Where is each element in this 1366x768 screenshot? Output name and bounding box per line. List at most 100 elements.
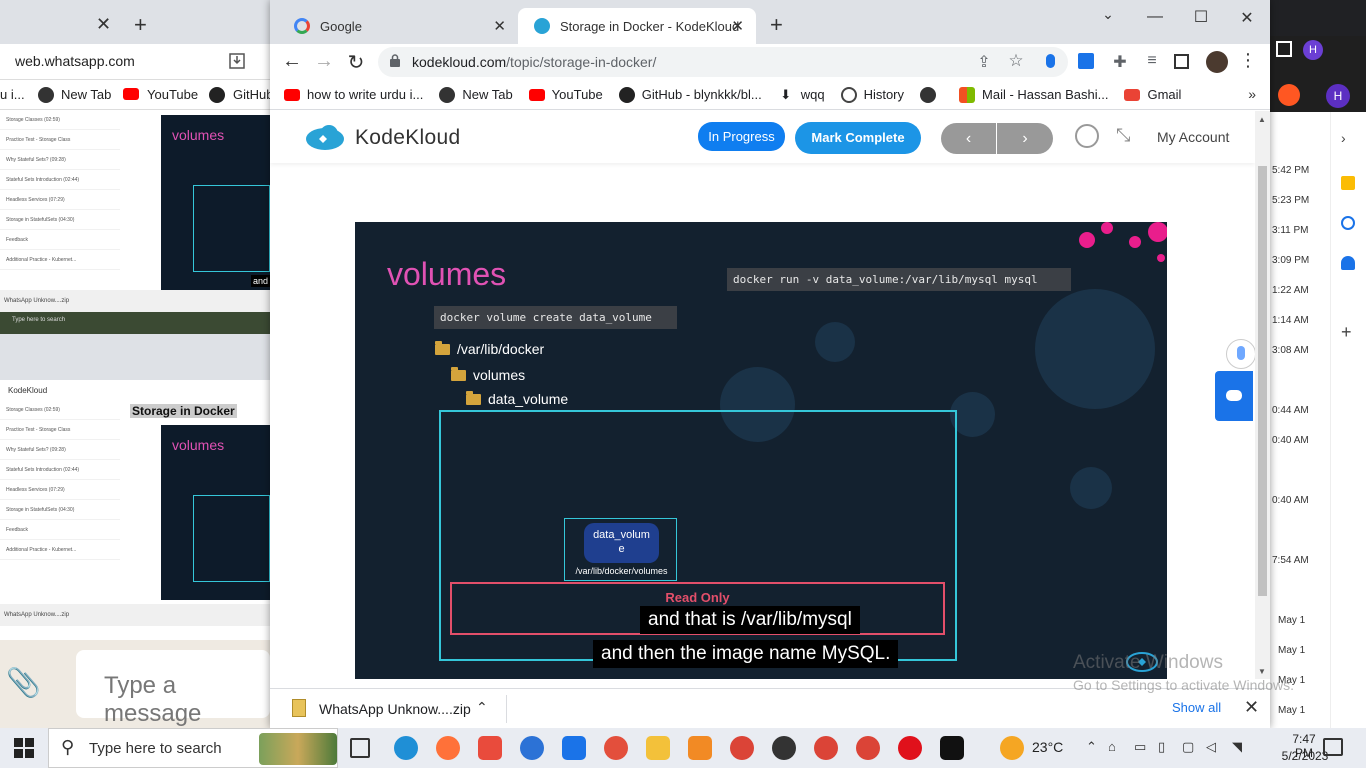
- menu-icon[interactable]: ⋮: [1238, 50, 1258, 70]
- bookmark-item[interactable]: New Tab: [439, 86, 513, 103]
- app-icon[interactable]: [688, 736, 712, 760]
- chevron-up-icon[interactable]: ⌃: [1086, 739, 1097, 755]
- edge-icon[interactable]: [394, 736, 418, 760]
- bookmark-item[interactable]: YouTube: [528, 87, 603, 102]
- avatar[interactable]: [1206, 51, 1228, 73]
- tab-google[interactable]: Google ✕: [278, 8, 518, 44]
- contacts-icon[interactable]: [1341, 256, 1355, 270]
- bookmark-item[interactable]: GitHub - blynkkk/bl...: [618, 86, 762, 103]
- scrollbar-thumb[interactable]: [1258, 166, 1267, 596]
- install-icon[interactable]: [228, 52, 246, 70]
- bookmark-item[interactable]: u i...: [0, 87, 25, 102]
- chrome-icon[interactable]: [730, 736, 754, 760]
- maximize-button[interactable]: ☐: [1178, 7, 1224, 27]
- bookmark-item[interactable]: New Tab: [61, 87, 111, 102]
- bookmark-item[interactable]: GitHub: [233, 87, 270, 102]
- tab-storage-in-docker[interactable]: Storage in Docker - KodeKloud ✕: [518, 8, 756, 44]
- forward-button[interactable]: →: [312, 50, 336, 73]
- add-icon[interactable]: +: [1341, 322, 1352, 343]
- chat-widget-button[interactable]: [1215, 371, 1253, 421]
- weather-icon[interactable]: [1000, 736, 1024, 760]
- extensions-puzzle-icon[interactable]: ✚: [1110, 52, 1130, 72]
- scroll-up-icon[interactable]: ▲: [1258, 115, 1266, 124]
- display-icon[interactable]: ▢: [1182, 739, 1194, 755]
- in-progress-button[interactable]: In Progress: [698, 122, 785, 151]
- share-icon[interactable]: ⇪: [974, 52, 994, 72]
- file-explorer-icon[interactable]: [646, 736, 670, 760]
- tasks-icon[interactable]: [1341, 216, 1355, 230]
- reload-button[interactable]: ↻: [344, 50, 368, 75]
- new-tab-icon[interactable]: +: [134, 12, 147, 38]
- chrome-profile-icon[interactable]: [856, 736, 880, 760]
- voice-assistant-icon[interactable]: [1226, 339, 1255, 369]
- terminal-icon[interactable]: [940, 736, 964, 760]
- battery-icon[interactable]: ▯: [1158, 739, 1165, 755]
- taskbar-search-box[interactable]: ⚲ Type here to search: [48, 728, 338, 768]
- bookmark-item[interactable]: [920, 86, 943, 103]
- bookmark-item[interactable]: ⬇ wqq: [778, 87, 824, 103]
- close-window-button[interactable]: ✕: [1224, 8, 1270, 28]
- extension-icon[interactable]: [1078, 53, 1094, 69]
- dark-mode-icon[interactable]: [1075, 124, 1099, 148]
- bookmark-item[interactable]: Mail - Hassan Bashi...: [959, 86, 1108, 103]
- sidebar-icon[interactable]: [1276, 41, 1292, 57]
- side-panel-icon[interactable]: [1174, 54, 1189, 69]
- tab-search-icon[interactable]: ⌄: [1085, 6, 1131, 23]
- next-lesson-button[interactable]: ›: [997, 123, 1053, 154]
- bookmark-item[interactable]: how to write urdu i...: [284, 87, 423, 102]
- windows-start-icon[interactable]: [14, 738, 34, 758]
- firefox-icon[interactable]: [436, 736, 460, 760]
- address-bar[interactable]: kodekloud.com/topic/storage-in-docker/ ⇪…: [378, 47, 1068, 77]
- close-icon[interactable]: ✕: [731, 17, 744, 35]
- minimize-button[interactable]: —: [1132, 8, 1178, 26]
- opera-icon[interactable]: [898, 736, 922, 760]
- kodekloud-logo-icon[interactable]: [305, 123, 345, 151]
- keep-icon[interactable]: [1341, 176, 1355, 190]
- my-account-link[interactable]: My Account: [1157, 129, 1229, 145]
- microphone-icon[interactable]: [1046, 54, 1055, 68]
- show-all-downloads-link[interactable]: Show all: [1172, 700, 1221, 715]
- close-icon[interactable]: ✕: [96, 14, 111, 35]
- previous-lesson-button[interactable]: ‹: [941, 123, 996, 154]
- avatar[interactable]: H: [1303, 40, 1323, 60]
- chevron-right-icon[interactable]: ›: [1341, 130, 1346, 146]
- bookmark-item[interactable]: Gmail: [1124, 87, 1181, 102]
- bookmark-star-icon[interactable]: ☆: [1006, 51, 1026, 71]
- device-icon[interactable]: ▭: [1134, 739, 1146, 755]
- new-tab-button[interactable]: +: [770, 12, 783, 38]
- chrome-profile-icon[interactable]: [814, 736, 838, 760]
- app-icon[interactable]: [604, 736, 628, 760]
- mail-icon[interactable]: [562, 736, 586, 760]
- message-input[interactable]: Type a message: [76, 650, 270, 727]
- scroll-down-icon[interactable]: ▼: [1258, 667, 1266, 676]
- bookmark-item[interactable]: YouTube: [147, 87, 198, 102]
- search-placeholder: Type here to search: [89, 740, 222, 757]
- task-view-icon[interactable]: [350, 738, 370, 758]
- mark-complete-button[interactable]: Mark Complete: [795, 122, 921, 154]
- background-address-bar[interactable]: web.whatsapp.com: [0, 44, 270, 80]
- temperature[interactable]: 23°C: [1032, 739, 1063, 755]
- bookmark-item[interactable]: History: [840, 86, 904, 103]
- video-slide[interactable]: volumes docker run -v data_volume:/var/l…: [355, 222, 1167, 679]
- close-icon[interactable]: ✕: [1244, 697, 1259, 718]
- attach-icon[interactable]: 📎: [6, 666, 41, 699]
- close-icon[interactable]: ✕: [493, 17, 506, 35]
- download-item[interactable]: WhatsApp Unknow....zip: [319, 701, 471, 717]
- notification-icon[interactable]: [1323, 738, 1343, 756]
- page-scrollbar[interactable]: ▲ ▼: [1255, 111, 1270, 679]
- media-control-icon[interactable]: ≡: [1142, 52, 1162, 72]
- volume-icon[interactable]: ◁: [1206, 739, 1216, 755]
- app-icon[interactable]: [772, 736, 796, 760]
- back-button[interactable]: ←: [280, 50, 304, 73]
- clock-date[interactable]: 5/2/2023: [1281, 749, 1329, 763]
- url-path: /topic/storage-in-docker/: [506, 54, 657, 70]
- store-icon[interactable]: [478, 736, 502, 760]
- network-icon[interactable]: ⌂: [1108, 739, 1116, 754]
- brand-name[interactable]: KodeKloud: [355, 126, 460, 150]
- wifi-icon[interactable]: ◥: [1232, 739, 1242, 755]
- more-bookmarks-icon[interactable]: »: [1248, 86, 1256, 102]
- collapse-icon[interactable]: ⤡: [1116, 125, 1130, 146]
- avatar[interactable]: H: [1326, 84, 1350, 108]
- app-icon[interactable]: [520, 736, 544, 760]
- chevron-up-icon[interactable]: ⌃: [476, 699, 488, 716]
